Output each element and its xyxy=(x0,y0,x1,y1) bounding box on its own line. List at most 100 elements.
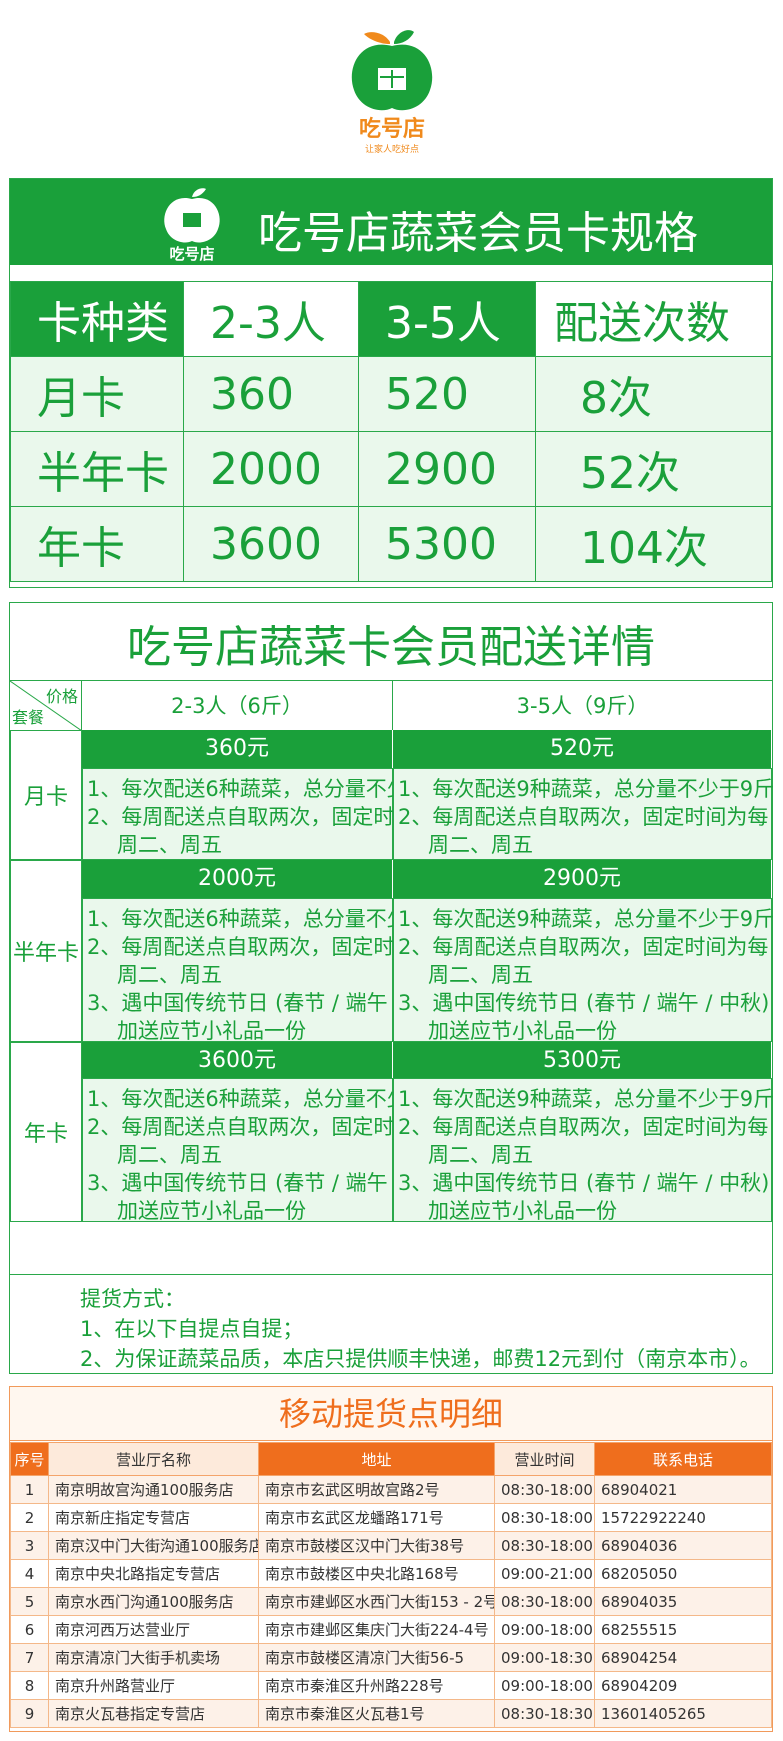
spec-cell: 104次 xyxy=(535,506,772,582)
hours: 09:00-18:00 xyxy=(494,1671,595,1700)
card-spec-section: 吃号店 吃号店蔬菜会员卡规格 卡种类 2-3人 3-5人 配送次数 月卡 360… xyxy=(9,178,773,588)
address: 南京市玄武区龙蟠路171号 xyxy=(258,1503,495,1532)
address: 南京市鼓楼区清凉门大街56-5 xyxy=(258,1643,495,1672)
phone: 68904209 xyxy=(594,1671,772,1700)
desc-line: 3、遇中国传统节日 (春节 / 端午 / 中秋) xyxy=(398,1171,770,1195)
spec-cell: 8次 xyxy=(535,356,772,432)
corner-price-label: 价格 xyxy=(45,687,78,706)
brand-name: 吃号店 xyxy=(359,116,425,142)
hours: 08:30-18:00 xyxy=(494,1503,595,1532)
phone: 68904035 xyxy=(594,1587,772,1616)
spec-cell: 半年卡 xyxy=(10,431,184,507)
desc-line: 周二、周五 xyxy=(428,1143,533,1167)
points-body: 1 南京明故宫沟通100服务店 南京市玄武区明故宫路2号 08:30-18:00 689… xyxy=(10,1475,772,1728)
desc-line: 1、每次配送6种蔬菜，总分量不少于6斤 xyxy=(87,1087,464,1111)
plan-name-halfyear: 半年卡 xyxy=(10,860,82,1042)
store-name: 南京中央北路指定专营店 xyxy=(48,1559,259,1588)
desc-halfyear-small: 1、每次配送6种蔬菜，总分量不少于6斤 2、每周配送点自取两次，固定时间为每 周… xyxy=(82,898,464,1043)
col-name: 营业厅名称 xyxy=(48,1442,259,1476)
table-row: 5 南京水西门沟通100服务店 南京市建邺区水西门大街153 - 2号 08:30-1… xyxy=(10,1587,772,1616)
phone: 13601405265 xyxy=(594,1699,772,1728)
col-header-2-3: 2-3人（6斤） xyxy=(82,680,393,730)
phone: 15722922240 xyxy=(594,1503,772,1532)
desc-line: 2、每周配送点自取两次，固定时间为每 xyxy=(87,805,458,829)
phone: 68904021 xyxy=(594,1475,772,1504)
points-header-row: 序号 营业厅名称 地址 营业时间 联系电话 xyxy=(10,1442,772,1476)
desc-line: 2、每周配送点自取两次，固定时间为每 xyxy=(398,1115,769,1139)
desc-yearly-small: 1、每次配送6种蔬菜，总分量不少于6斤 2、每周配送点自取两次，固定时间为每 周… xyxy=(82,1078,464,1223)
spec-row: 年卡 3600 5300 104次 xyxy=(10,506,772,582)
brand-name-small: 吃号店 xyxy=(169,245,214,263)
table-row: 4 南京中央北路指定专营店 南京市鼓楼区中央北路168号 09:00-21:00 682… xyxy=(10,1559,772,1588)
table-row: 2 南京新庄指定专营店 南京市玄武区龙蟠路171号 08:30-18:00 157229… xyxy=(10,1503,772,1532)
address: 南京市鼓楼区汉中门大街38号 xyxy=(258,1531,495,1560)
price-monthly-large: 520元 xyxy=(393,730,772,768)
row-no: 2 xyxy=(10,1503,49,1532)
spec-cell: 2900 xyxy=(358,431,536,507)
delivery-detail-section: 吃号店蔬菜卡会员配送详情 价格 套餐 2-3人（6斤） 3-5人（9斤） 月卡 … xyxy=(9,602,775,1374)
hours: 08:30-18:00 xyxy=(494,1475,595,1504)
row-no: 4 xyxy=(10,1559,49,1588)
desc-yearly-large: 1、每次配送9种蔬菜，总分量不少于9斤 2、每周配送点自取两次，固定时间为每 周… xyxy=(393,1078,775,1223)
brand-slogan: 让家人吃好点 xyxy=(365,143,419,155)
desc-line: 2、每周配送点自取两次，固定时间为每 xyxy=(87,935,458,959)
spec-col-3-5: 3-5人 xyxy=(358,281,536,357)
points-title: 移动提货点明细 xyxy=(10,1387,772,1441)
desc-line: 3、遇中国传统节日 (春节 / 端午 / 中秋) xyxy=(398,991,770,1015)
desc-line: 3、遇中国传统节日 (春节 / 端午 / 中秋) xyxy=(87,1171,459,1195)
pickup-label: 提货方式： xyxy=(80,1287,185,1311)
address: 南京市秦淮区升州路228号 xyxy=(258,1671,495,1700)
spec-col-type: 卡种类 xyxy=(10,281,184,357)
desc-line: 1、每次配送6种蔬菜，总分量不少于6斤 xyxy=(87,777,464,801)
spec-cell: 月卡 xyxy=(10,356,184,432)
phone: 68205050 xyxy=(594,1559,772,1588)
brand-logo-small: 吃号店 xyxy=(164,188,220,263)
desc-line: 加送应节小礼品一份 xyxy=(428,1019,617,1043)
row-no: 3 xyxy=(10,1531,49,1560)
spec-table: 卡种类 2-3人 3-5人 配送次数 月卡 360 520 8次 半年卡 200… xyxy=(10,281,772,582)
hours: 09:00-18:00 xyxy=(494,1615,595,1644)
store-name: 南京河西万达营业厅 xyxy=(48,1615,259,1644)
hours: 09:00-18:30 xyxy=(494,1643,595,1672)
desc-line: 加送应节小礼品一份 xyxy=(117,1019,306,1043)
store-name: 南京新庄指定专营店 xyxy=(48,1503,259,1532)
row-no: 7 xyxy=(10,1643,49,1672)
corner-plan-label: 套餐 xyxy=(12,708,45,727)
col-hours: 营业时间 xyxy=(494,1442,595,1476)
spec-row: 月卡 360 520 8次 xyxy=(10,356,772,432)
price-yearly-small: 3600元 xyxy=(82,1042,393,1078)
desc-halfyear-large: 1、每次配送9种蔬菜，总分量不少于9斤 2、每周配送点自取两次，固定时间为每 周… xyxy=(393,898,774,1043)
desc-line: 3、遇中国传统节日 (春节 / 端午 / 中秋) xyxy=(87,991,459,1015)
spec-cell: 520 xyxy=(358,356,536,432)
hours: 09:00-21:00 xyxy=(494,1559,595,1588)
desc-line: 2、每周配送点自取两次，固定时间为每 xyxy=(87,1115,458,1139)
spec-cell: 3600 xyxy=(183,506,359,582)
address: 南京市秦淮区火瓦巷1号 xyxy=(258,1699,495,1728)
row-no: 1 xyxy=(10,1475,49,1504)
pickup-item: 2、为保证蔬菜品质，本店只提供顺丰快递，邮费12元到付（南京本市）。 xyxy=(80,1347,761,1371)
address: 南京市建邺区集庆门大街224-4号 xyxy=(258,1615,495,1644)
table-row: 7 南京清凉门大街手机卖场 南京市鼓楼区清凉门大街56-5 09:00-18:30 68… xyxy=(10,1643,772,1672)
detail-title: 吃号店蔬菜卡会员配送详情 xyxy=(127,622,655,673)
col-header-3-5: 3-5人（9斤） xyxy=(393,680,772,730)
desc-line: 1、每次配送6种蔬菜，总分量不少于6斤 xyxy=(87,907,464,931)
store-name: 南京明故宫沟通100服务店 xyxy=(48,1475,259,1504)
desc-line: 加送应节小礼品一份 xyxy=(117,1199,306,1223)
phone: 68904036 xyxy=(594,1531,772,1560)
desc-line: 2、每周配送点自取两次，固定时间为每 xyxy=(398,935,769,959)
desc-line: 加送应节小礼品一份 xyxy=(428,1199,617,1223)
spec-row: 半年卡 2000 2900 52次 xyxy=(10,431,772,507)
desc-line: 1、每次配送9种蔬菜，总分量不少于9斤 xyxy=(398,1087,775,1111)
store-name: 南京火瓦巷指定专营店 xyxy=(48,1699,259,1728)
spec-cell: 5300 xyxy=(358,506,536,582)
spec-cell: 2000 xyxy=(183,431,359,507)
points-table: 序号 营业厅名称 地址 营业时间 联系电话 1 南京明故宫沟通100服务店 南京市玄… xyxy=(10,1442,772,1728)
store-name: 南京水西门沟通100服务店 xyxy=(48,1587,259,1616)
table-row: 8 南京升州路营业厅 南京市秦淮区升州路228号 09:00-18:00 6890420… xyxy=(10,1671,772,1700)
price-yearly-large: 5300元 xyxy=(393,1042,772,1078)
desc-monthly-large: 1、每次配送9种蔬菜，总分量不少于9斤 2、每周配送点自取两次，固定时间为每 周… xyxy=(393,768,774,860)
corner-cell: 价格 套餐 xyxy=(10,680,82,731)
address: 南京市鼓楼区中央北路168号 xyxy=(258,1559,495,1588)
col-no: 序号 xyxy=(10,1442,49,1476)
pickup-points-section: 移动提货点明细 序号 营业厅名称 地址 营业时间 联系电话 1 南京明故宫沟通10… xyxy=(9,1386,773,1732)
